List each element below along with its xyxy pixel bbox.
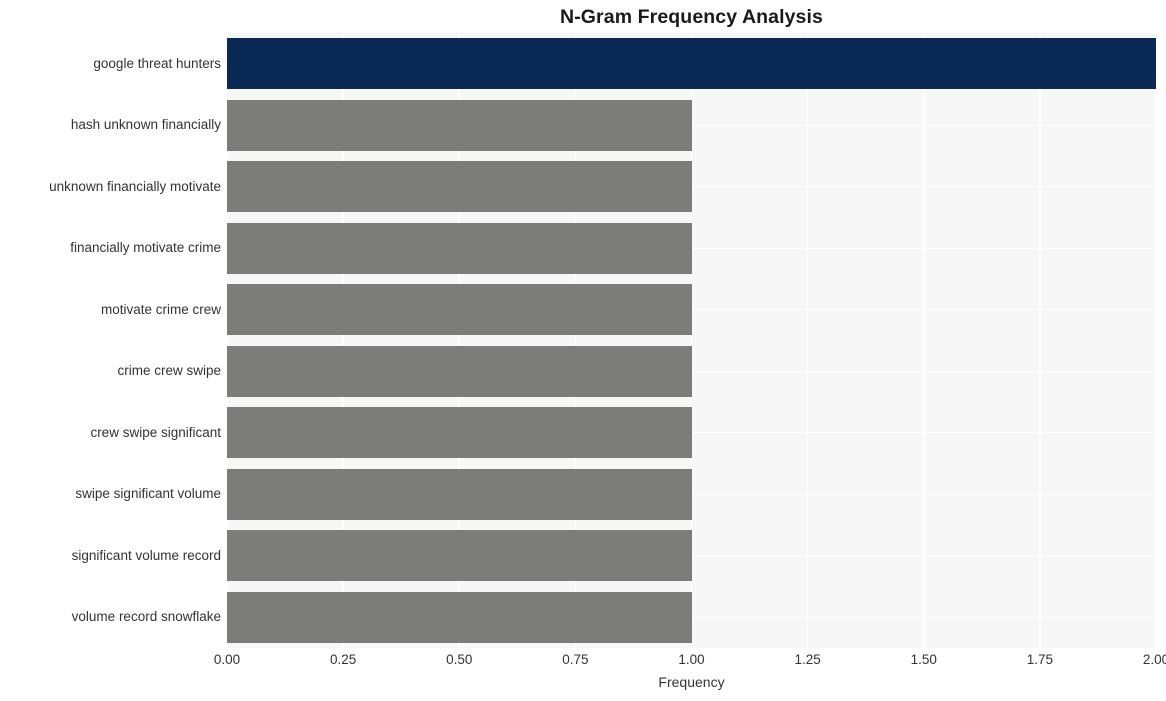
bar[interactable] [227,222,692,274]
y-axis-tick-label: significant volume record [71,547,221,563]
chart-figure: N-Gram Frequency Analysis google threat … [0,0,1166,701]
x-axis-tick-label: 0.25 [329,652,357,667]
x-axis-tick-label: 0.00 [213,652,241,667]
bar[interactable] [227,407,692,459]
y-axis-tick-label: volume record snowflake [71,609,221,625]
bar[interactable] [227,345,692,397]
x-axis-tick-label: 0.75 [562,652,589,667]
y-axis-tick-label: crime crew swipe [117,363,221,379]
y-axis-tick-label: google threat hunters [93,55,221,71]
bar[interactable] [227,99,692,151]
y-axis-tick-label: unknown financially motivate [49,178,221,194]
x-axis-tick-label: 1.75 [1026,652,1054,667]
x-axis-tick-label: 1.25 [794,652,821,667]
bar[interactable] [227,530,692,582]
x-axis-label: Frequency [658,674,725,690]
y-axis-tick-label: crew swipe significant [90,424,221,440]
bar[interactable] [227,591,692,643]
chart-title: N-Gram Frequency Analysis [560,6,823,28]
bar[interactable] [227,468,692,520]
plot-area [227,33,1156,648]
x-axis-tick-label: 1.50 [910,652,937,667]
y-axis-tick-label: swipe significant volume [75,486,221,502]
x-axis-tick-label: 0.50 [446,652,473,667]
x-axis-tick-label: 1.00 [678,652,705,667]
bar[interactable] [227,38,1156,90]
y-axis-tick-label: motivate crime crew [100,301,221,317]
x-axis-tick-label: 2.00 [1142,652,1166,667]
bar[interactable] [227,161,692,213]
y-axis-tick-label: hash unknown financially [70,117,221,133]
bar[interactable] [227,284,692,336]
y-axis-tick-label: financially motivate crime [70,240,221,256]
